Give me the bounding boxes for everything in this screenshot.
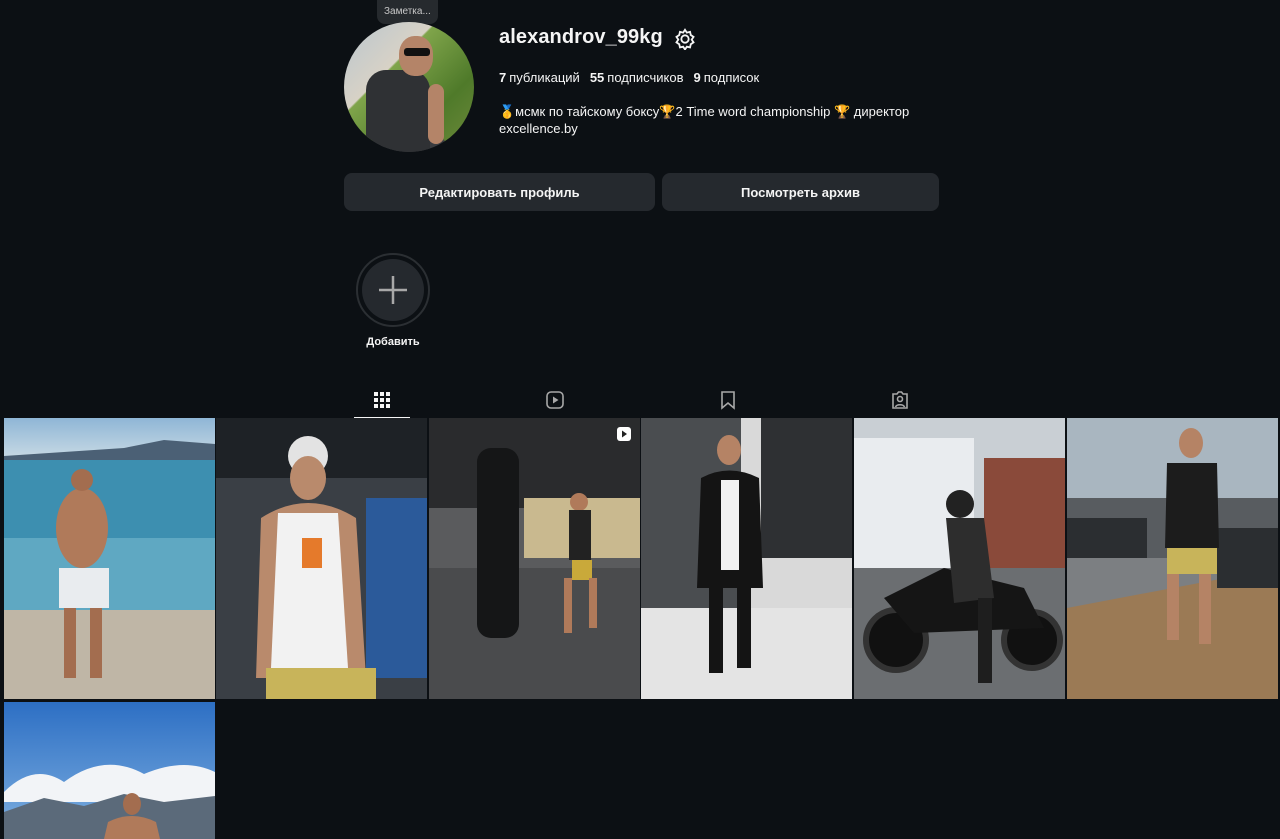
post-tile[interactable] [4,702,215,839]
post-tile[interactable] [854,418,1065,699]
gear-icon[interactable] [674,28,696,50]
add-highlight-button[interactable] [356,253,430,327]
tagged-icon [892,391,908,409]
note-bubble[interactable]: Заметка... [377,0,438,24]
followers-stat[interactable]: 55 подписчиков [590,70,684,85]
post-tile[interactable] [641,418,852,699]
plus-icon [379,276,407,304]
tab-tagged[interactable] [872,383,928,417]
tab-reels[interactable] [527,383,583,417]
grid-icon [374,392,390,408]
profile-bio: 🥇мсмк по тайскому боксу🏆2 Time word cham… [499,103,919,137]
add-highlight-label: Добавить [366,336,420,348]
post-tile[interactable] [1067,418,1278,699]
tab-saved[interactable] [700,383,756,417]
bio-text: 🥇мсмк по тайскому боксу🏆2 Time word cham… [499,104,910,119]
bookmark-icon [721,391,735,410]
post-tile[interactable] [216,418,427,699]
reel-icon [617,427,631,441]
avatar[interactable] [344,22,474,152]
reels-icon [546,391,564,409]
posts-stat[interactable]: 7 публикаций [499,70,580,85]
profile-username: alexandrov_99kg [499,26,663,48]
view-archive-button[interactable]: Посмотреть архив [662,173,939,211]
post-tile[interactable] [4,418,215,699]
tab-posts[interactable] [354,383,410,418]
following-stat[interactable]: 9 подписок [694,70,760,85]
edit-profile-button[interactable]: Редактировать профиль [344,173,655,211]
note-text: Заметка... [384,6,431,17]
post-tile[interactable] [429,418,640,699]
profile-stats: 7 публикаций 55 подписчиков 9 подписок [499,70,759,85]
bio-link[interactable]: excellence.by [499,120,919,137]
